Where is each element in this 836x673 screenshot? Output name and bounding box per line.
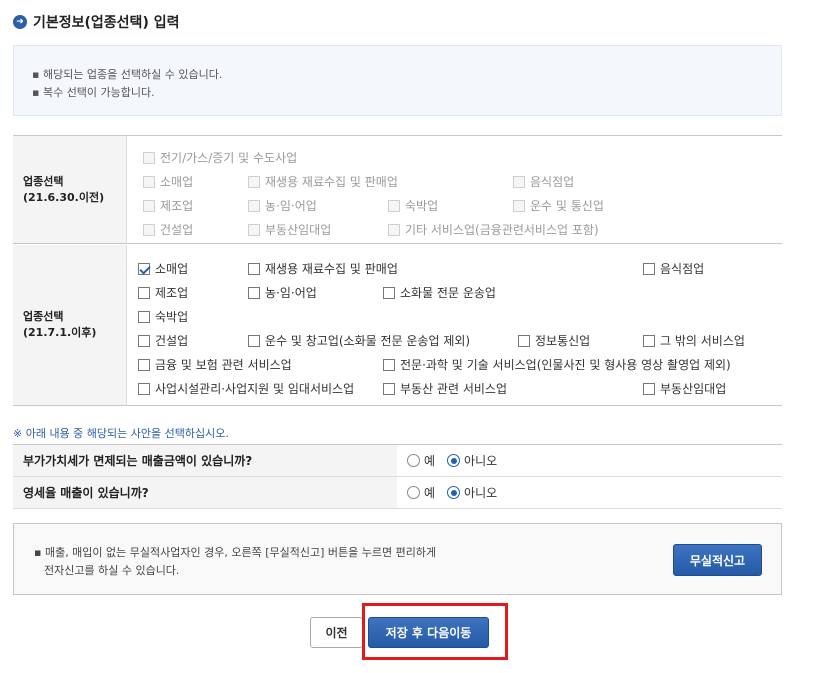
checkbox-icon	[388, 223, 400, 236]
prev-button[interactable]: 이전	[310, 617, 363, 648]
checkbox-icon	[513, 175, 525, 188]
old-checkbox-manufacturing: 제조업	[143, 197, 193, 214]
new-section-label: 업종선택 (21.7.1.이후)	[13, 245, 127, 405]
checkbox-icon[interactable]	[138, 286, 150, 299]
answer-cell: 예 아니오	[397, 445, 782, 476]
checkbox-icon[interactable]	[138, 334, 150, 347]
question-table: 부가가치세가 면제되는 매출금액이 있습니까? 예 아니오 영세율 매출이 있습…	[13, 444, 782, 509]
checkbox-icon[interactable]	[643, 262, 655, 275]
question-row-vat-exempt: 부가가치세가 면제되는 매출금액이 있습니까? 예 아니오	[13, 445, 782, 477]
old-checkbox-recycling: 재생용 재료수집 및 판매업	[248, 173, 398, 190]
radio-selected-icon[interactable]	[447, 486, 461, 499]
question-label: 영세율 매출이 있습니까?	[13, 477, 397, 508]
radio-vat-exempt-no[interactable]: 아니오	[447, 452, 497, 469]
notice-line-2: ▪ 복수 선택이 가능합니다.	[32, 86, 155, 99]
old-checkbox-other-services: 기타 서비스업(금융관련서비스업 포함)	[388, 221, 599, 238]
checkbox-icon[interactable]	[138, 310, 150, 323]
checkbox-finance-insurance[interactable]: 금융 및 보험 관련 서비스업	[138, 356, 292, 373]
checkbox-icon[interactable]	[643, 382, 655, 395]
checkbox-restaurant[interactable]: 음식점업	[643, 260, 704, 277]
old-checkbox-utilities: 전기/가스/증기 및 수도사업	[143, 149, 297, 166]
checkbox-icon[interactable]	[518, 334, 530, 347]
industry-select-old: 업종선택 (21.6.30.이전) 전기/가스/증기 및 수도사업 소매업 재생…	[13, 135, 782, 244]
checkbox-icon[interactable]	[248, 334, 260, 347]
checkbox-facility-management[interactable]: 사업시설관리·사업지원 및 임대서비스업	[138, 380, 354, 397]
old-checkbox-retail: 소매업	[143, 173, 193, 190]
old-checkbox-agriculture: 농·임·어업	[248, 197, 317, 214]
checkbox-parcel-delivery[interactable]: 소화물 전문 운송업	[383, 284, 496, 301]
checkbox-icon[interactable]	[383, 382, 395, 395]
checkbox-real-estate-rental[interactable]: 부동산임대업	[643, 380, 726, 397]
no-activity-report-button[interactable]: 무실적신고	[673, 544, 762, 576]
industry-select-new: 업종선택 (21.7.1.이후) 소매업 재생용 재료수집 및 판매업 음식점업…	[13, 245, 782, 406]
checkbox-icon[interactable]	[643, 334, 655, 347]
radio-icon[interactable]	[407, 454, 420, 467]
checkbox-icon	[248, 223, 260, 236]
checkbox-icon[interactable]	[248, 286, 260, 299]
old-checkbox-transport: 운수 및 통신업	[513, 197, 604, 214]
checkbox-transport-warehouse[interactable]: 운수 및 창고업(소화물 전문 운송업 제외)	[248, 332, 470, 349]
old-section-label: 업종선택 (21.6.30.이전)	[13, 136, 127, 243]
notice-line-1: ▪ 해당되는 업종을 선택하실 수 있습니다.	[32, 68, 223, 81]
checkbox-icon[interactable]	[383, 358, 395, 371]
checkbox-professional-science[interactable]: 전문·과학 및 기술 서비스업(인물사진 및 형사용 영상 촬영업 제외)	[383, 356, 731, 373]
checkbox-icon	[248, 199, 260, 212]
old-checkbox-real-estate-rental: 부동산임대업	[248, 221, 331, 238]
checkbox-agriculture[interactable]: 농·임·어업	[248, 284, 317, 301]
checkbox-info-comm[interactable]: 정보통신업	[518, 332, 590, 349]
radio-zero-rate-no[interactable]: 아니오	[447, 484, 497, 501]
checkbox-checked-icon[interactable]	[138, 262, 150, 275]
checkbox-other-services[interactable]: 그 밖의 서비스업	[643, 332, 745, 349]
notice-box: ▪ 해당되는 업종을 선택하실 수 있습니다. ▪ 복수 선택이 가능합니다.	[13, 45, 782, 116]
question-row-zero-rate: 영세율 매출이 있습니까? 예 아니오	[13, 477, 782, 509]
old-checkbox-lodging: 숙박업	[388, 197, 438, 214]
radio-vat-exempt-yes[interactable]: 예	[407, 452, 435, 469]
answer-cell: 예 아니오	[397, 477, 782, 508]
radio-icon[interactable]	[407, 486, 420, 499]
checkbox-icon	[143, 175, 155, 188]
radio-zero-rate-yes[interactable]: 예	[407, 484, 435, 501]
checkbox-construction[interactable]: 건설업	[138, 332, 188, 349]
checkbox-icon[interactable]	[383, 286, 395, 299]
checkbox-recycling[interactable]: 재생용 재료수집 및 판매업	[248, 260, 398, 277]
no-activity-info-box: ▪ 매출, 매입이 없는 무실적사업자인 경우, 오른쪽 [무실적신고] 버튼을…	[13, 523, 782, 595]
checkbox-icon	[388, 199, 400, 212]
checkbox-real-estate-services[interactable]: 부동산 관련 서비스업	[383, 380, 507, 397]
checkbox-icon[interactable]	[138, 382, 150, 395]
question-label: 부가가치세가 면제되는 매출금액이 있습니까?	[13, 445, 397, 476]
radio-selected-icon[interactable]	[447, 454, 461, 467]
checkbox-icon	[513, 199, 525, 212]
old-checkbox-construction: 건설업	[143, 221, 193, 238]
highlight-box	[362, 603, 508, 660]
checkbox-icon	[143, 223, 155, 236]
arrow-circle-icon: ➜	[13, 15, 27, 29]
select-note: ※ 아래 내용 중 해당되는 사안을 선택하십시오.	[13, 427, 229, 440]
checkbox-icon[interactable]	[248, 262, 260, 275]
page-title-block: ➜ 기본정보(업종선택) 입력	[13, 12, 179, 32]
checkbox-icon[interactable]	[138, 358, 150, 371]
checkbox-icon	[143, 151, 155, 164]
checkbox-lodging[interactable]: 숙박업	[138, 308, 188, 325]
checkbox-manufacturing[interactable]: 제조업	[138, 284, 188, 301]
old-checkbox-restaurant: 음식점업	[513, 173, 574, 190]
checkbox-retail[interactable]: 소매업	[138, 260, 188, 277]
checkbox-icon	[143, 199, 155, 212]
page-title: 기본정보(업종선택) 입력	[33, 15, 180, 31]
info-message: ▪ 매출, 매입이 없는 무실적사업자인 경우, 오른쪽 [무실적신고] 버튼을…	[34, 546, 437, 577]
checkbox-icon	[248, 175, 260, 188]
